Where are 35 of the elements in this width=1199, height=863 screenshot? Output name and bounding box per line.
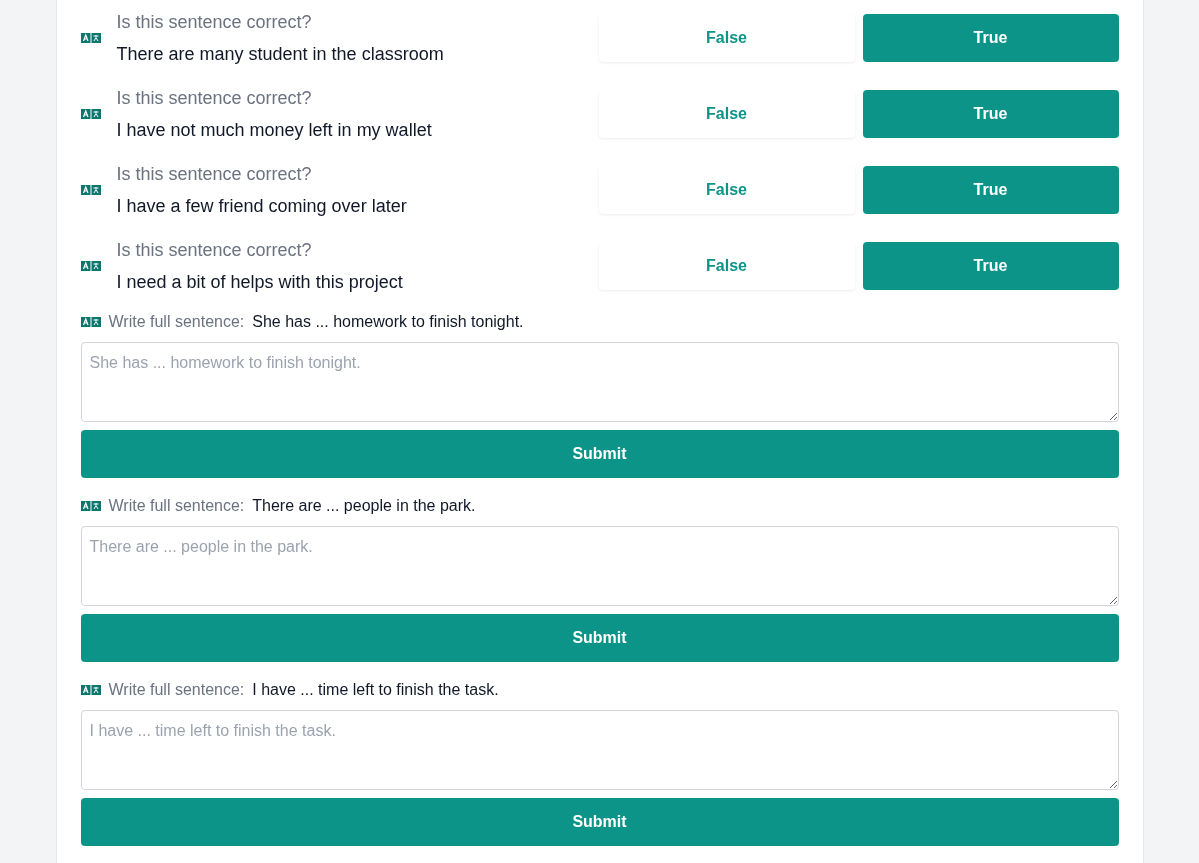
translate-icon [80,317,101,327]
question-prompt: Is this sentence correct? [116,87,313,110]
question-prompt: Is this sentence correct? [116,11,313,34]
answer-button[interactable]: False [598,242,855,290]
submit-button[interactable]: Submit [80,614,1119,662]
answer-field[interactable]: She has ... homework to finish tonight. [80,342,1119,422]
instruction-label: Write full sentence: [108,312,245,332]
submit-button[interactable]: Submit [80,430,1119,478]
answer-button[interactable]: False [598,166,855,214]
question-prompt: Is this sentence correct? [116,163,313,186]
instruction-label: Write full sentence: [108,496,245,516]
answer-button[interactable]: True [862,90,1119,138]
question-sentence: I need a bit of helps with this project [116,271,404,294]
answer-button[interactable]: True [862,14,1119,62]
answer-button[interactable]: True [862,242,1119,290]
translate-icon [80,685,101,695]
gap-sentence: She has ... homework to finish tonight. [252,312,524,332]
answer-field[interactable]: I have ... time left to finish the task. [80,710,1119,790]
answer-button[interactable]: False [598,90,855,138]
instruction-label: Write full sentence: [108,680,245,700]
translate-icon [80,109,101,119]
question-prompt: Is this sentence correct? [116,239,313,262]
question-sentence: There are many student in the classroom [116,43,445,66]
answer-button[interactable]: False [598,14,855,62]
translate-icon [80,33,101,43]
translate-icon [80,185,101,195]
question-sentence: I have not much money left in my wallet [116,119,433,142]
gap-sentence: There are ... people in the park. [252,496,476,516]
gap-sentence: I have ... time left to finish the task. [252,680,499,700]
submit-button[interactable]: Submit [80,798,1119,846]
answer-button[interactable]: True [862,166,1119,214]
question-sentence: I have a few friend coming over later [116,195,408,218]
answer-field[interactable]: There are ... people in the park. [80,526,1119,606]
translate-icon [80,261,101,271]
translate-icon [80,501,101,511]
